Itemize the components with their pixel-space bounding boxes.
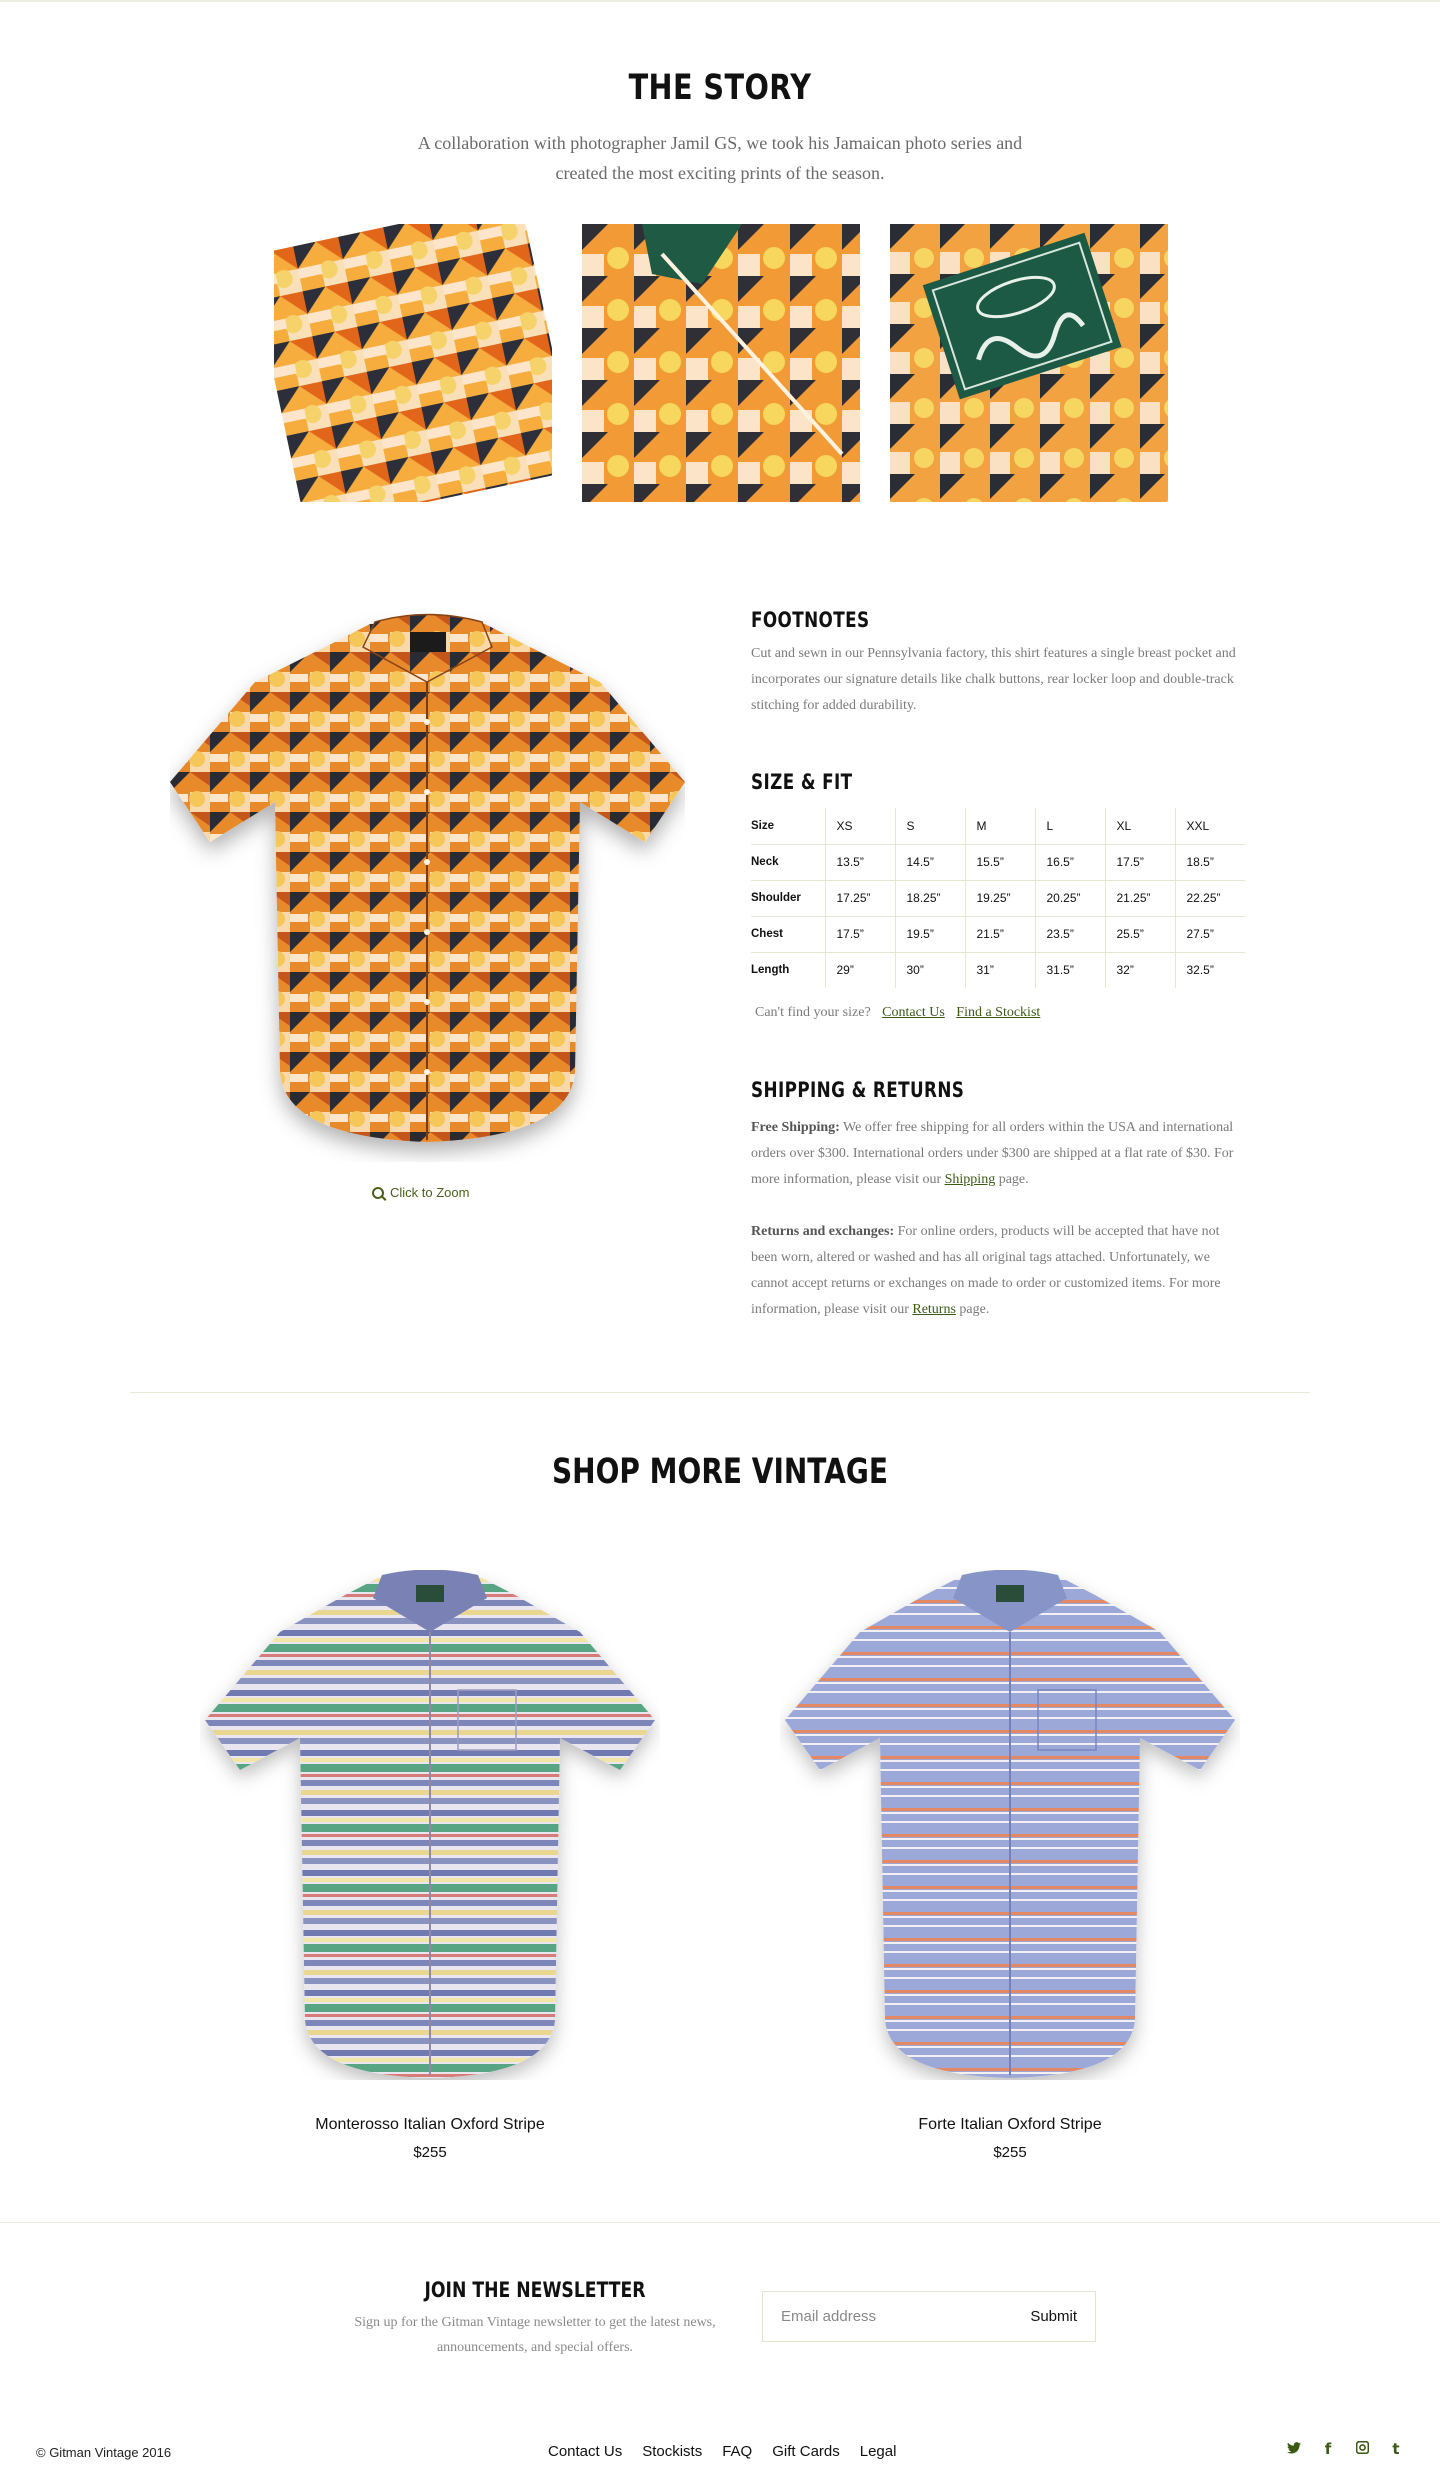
story-title: THE STORY — [628, 68, 812, 108]
shipping-returns-title: SHIPPING & RETURNS — [751, 1078, 965, 1102]
story-subtitle: A collaboration with photographer Jamil … — [417, 133, 1023, 183]
size-cell: Neck — [751, 844, 826, 881]
story-image-3 — [890, 224, 1168, 502]
size-cell: Shoulder — [751, 880, 826, 917]
product-card-price-1: $255 — [413, 2144, 447, 2161]
size-cell: 21.25” — [1105, 880, 1176, 917]
product-card-image-2[interactable] — [780, 1569, 1240, 2080]
shipping-label: Free Shipping: — [751, 1120, 840, 1135]
newsletter-subtitle: Sign up for the Gitman Vintage newslette… — [354, 2315, 716, 2355]
product-card-name-1[interactable]: Monterosso Italian Oxford Stripe — [200, 2116, 660, 2134]
returns-link[interactable]: Returns — [912, 1302, 956, 1317]
size-cell: 14.5” — [895, 844, 966, 881]
facebook-icon[interactable]: f — [1320, 2440, 1336, 2458]
footer-link-legal[interactable]: Legal — [860, 2443, 897, 2460]
tumblr-icon[interactable]: t — [1388, 2440, 1404, 2458]
size-cell: 19.5” — [895, 916, 966, 953]
footer-link-contact-us[interactable]: Contact Us — [548, 2443, 622, 2460]
size-cell: 23.5” — [1035, 916, 1106, 953]
footer-link-stockists[interactable]: Stockists — [642, 2443, 702, 2460]
size-cell: 27.5” — [1175, 916, 1245, 953]
size-header-cell: S — [895, 808, 966, 845]
size-table-row: Length 29” 30” 31” 31.5” 32” 32.5” — [751, 952, 1245, 988]
zoom-icon — [372, 1186, 384, 1199]
size-cell: 31” — [965, 952, 1036, 988]
size-cell: 16.5” — [1035, 844, 1106, 881]
size-cell: 22.25” — [1175, 880, 1245, 917]
email-field[interactable] — [763, 2292, 1013, 2341]
size-table-row: Shoulder 17.25” 18.25” 19.25” 20.25” 21.25” 22… — [751, 880, 1245, 917]
size-header-cell: L — [1035, 808, 1106, 845]
copyright: © Gitman Vintage 2016 — [36, 2445, 172, 2460]
shop-more-title: SHOP MORE VINTAGE — [552, 1452, 888, 1492]
size-table-row: Chest 17.5” 19.5” 21.5” 23.5” 25.5” 27.5” — [751, 916, 1245, 953]
newsletter-divider — [0, 2222, 1440, 2223]
footnotes-title: FOOTNOTES — [751, 608, 870, 632]
top-divider — [0, 0, 1440, 2]
instagram-icon[interactable] — [1354, 2440, 1370, 2458]
size-cell: 17.25” — [825, 880, 896, 917]
submit-button[interactable]: Submit — [1012, 2292, 1095, 2341]
returns-text: Returns and exchanges: For online orders… — [751, 1219, 1241, 1323]
returns-end: page. — [955, 1302, 990, 1317]
size-table-header: Size XS S M L XL XXL — [751, 808, 1245, 845]
size-header-cell: XL — [1105, 808, 1176, 845]
social-links: f t — [1286, 2440, 1404, 2458]
size-cell: 31.5” — [1035, 952, 1106, 988]
size-cell: 32.5” — [1186, 963, 1214, 978]
newsletter-title: JOIN THE NEWSLETTER — [424, 2278, 646, 2302]
product-image[interactable] — [170, 612, 685, 1162]
size-cell: 20.25” — [1035, 880, 1106, 917]
size-cell: 18.5” — [1175, 844, 1245, 881]
size-cell: 21.5” — [965, 916, 1036, 953]
footer-link-gift-cards[interactable]: Gift Cards — [772, 2443, 840, 2460]
size-cell: 17.5” — [825, 916, 896, 953]
story-image-2 — [582, 224, 860, 502]
product-card-name-2[interactable]: Forte Italian Oxford Stripe — [780, 2116, 1240, 2134]
size-header-cell: M — [965, 808, 1036, 845]
zoom-label: Click to Zoom — [390, 1185, 470, 1200]
shipping-end: page. — [995, 1172, 1029, 1187]
size-header-cell: Size — [751, 808, 826, 845]
size-cell: 29” — [825, 952, 896, 988]
size-header-cell: XS — [825, 808, 896, 845]
size-cell: 19.25” — [965, 880, 1036, 917]
contact-us-link[interactable]: Contact Us — [882, 1005, 945, 1020]
size-cell: 13.5” — [825, 844, 896, 881]
newsletter-form: Submit — [762, 2291, 1096, 2342]
shipping-text: Free Shipping: We offer free shipping fo… — [751, 1115, 1241, 1193]
size-cell: 25.5” — [1105, 916, 1176, 953]
size-cell: 15.5” — [965, 844, 1036, 881]
find-stockist-link[interactable]: Find a Stockist — [956, 1005, 1040, 1020]
size-cell: 32” — [1105, 952, 1176, 988]
size-cell: 18.25” — [895, 880, 966, 917]
size-table: Size XS S M L XL XXL Neck 13.5” 14.5” 15.5” 16.5” 17… — [751, 808, 1245, 988]
size-header-cell: XXL — [1175, 808, 1245, 845]
size-cell: 30” — [895, 952, 966, 988]
twitter-icon[interactable] — [1286, 2440, 1302, 2458]
product-card-price-2: $255 — [993, 2144, 1027, 2161]
size-help: Can't find your size? Contact Us Find a … — [755, 1005, 1040, 1021]
returns-label: Returns and exchanges: — [751, 1224, 895, 1239]
footnotes-text: Cut and sewn in our Pennsylvania factory… — [751, 646, 1236, 713]
size-cell: Length — [751, 952, 826, 988]
click-to-zoom[interactable]: Click to Zoom — [372, 1185, 469, 1200]
size-table-row: Neck 13.5” 14.5” 15.5” 16.5” 17.5” 18.5” — [751, 844, 1245, 881]
size-fit-title: SIZE & FIT — [751, 770, 853, 794]
size-cell: 17.5” — [1105, 844, 1176, 881]
shipping-link[interactable]: Shipping — [945, 1172, 996, 1187]
story-image-1 — [274, 224, 552, 502]
size-cell: Chest — [751, 916, 826, 953]
size-help-text: Can't find your size? — [755, 1005, 871, 1020]
footer-nav: Contact Us Stockists FAQ Gift Cards Lega… — [548, 2443, 896, 2460]
section-divider — [130, 1392, 1310, 1393]
footer-link-faq[interactable]: FAQ — [722, 2443, 752, 2460]
product-card-image-1[interactable] — [200, 1569, 660, 2080]
